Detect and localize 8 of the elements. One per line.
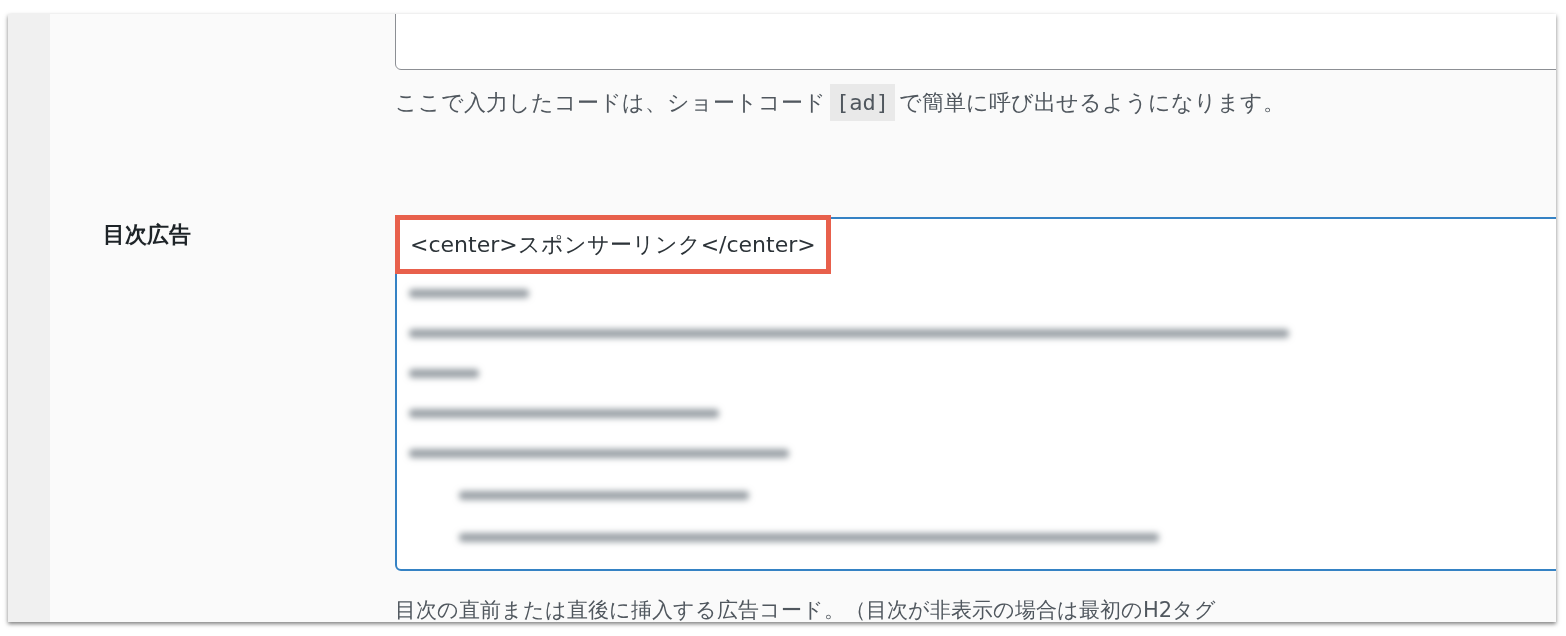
help-text: ここで入力したコードは、ショートコード [395,89,826,117]
text-area[interactable] [395,14,1556,70]
text-area[interactable]: <center>スポンサーリンク</center> [395,217,1556,571]
field-label: 目次広告 [103,224,192,246]
code-line: <center>スポンサーリンク</center> [395,215,831,274]
help-text: で簡単に呼び出せるようになります。 [899,89,1285,117]
help-text: 目次の直前または直後に挿入する広告コード。（目次が非表示の場合は最初のH2タグ [395,597,1218,622]
shortcode: [ad] [830,84,895,121]
